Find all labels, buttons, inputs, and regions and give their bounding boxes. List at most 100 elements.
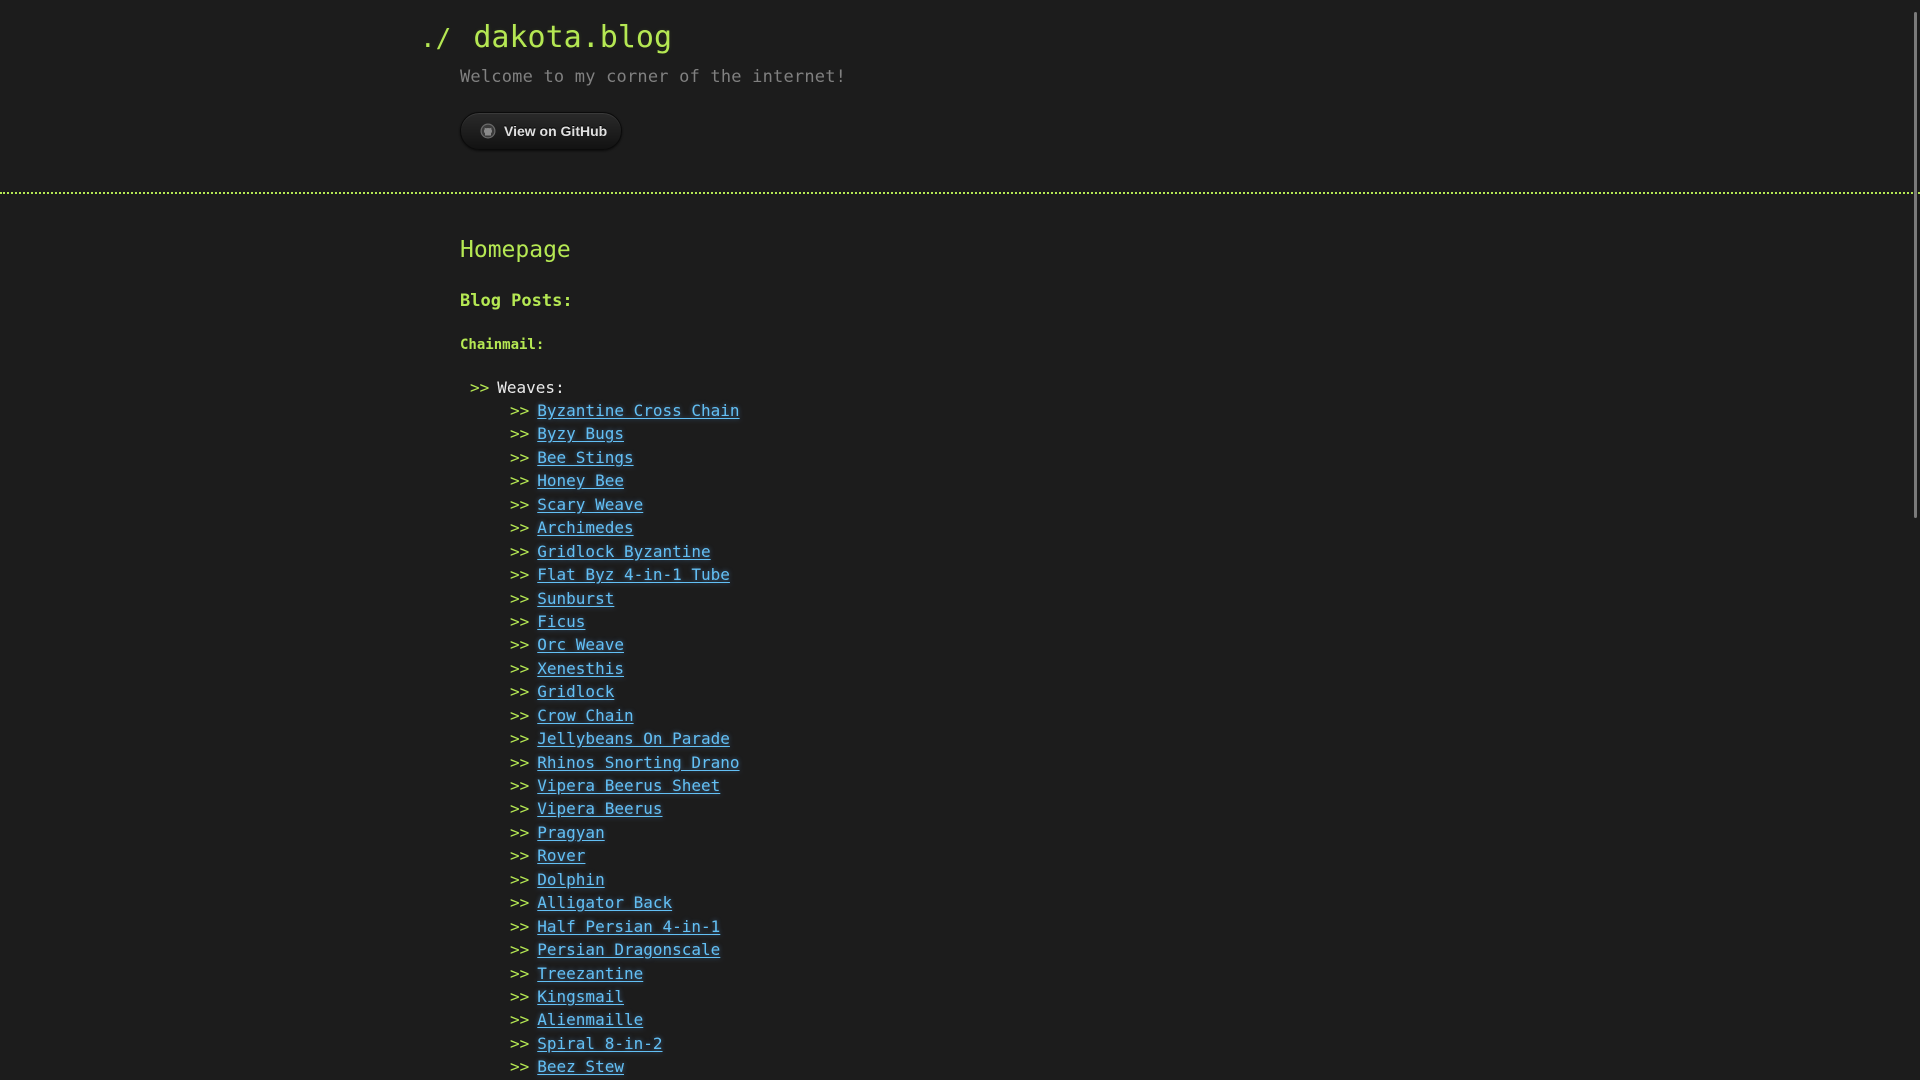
post-link[interactable]: Vipera Beerus [537,799,662,818]
post-link[interactable]: Crow Chain [537,706,633,725]
arrow-marker: >> [510,1033,530,1053]
post-list-item: >> Half Persian 4-in-1 [510,916,740,939]
post-link[interactable]: Alligator Back [537,893,672,912]
post-link[interactable]: Half Persian 4-in-1 [537,917,720,936]
post-list-item: >> Kingsmail [510,986,740,1009]
post-link[interactable]: Treezantine [537,964,643,983]
site-tagline: Welcome to my corner of the internet! [460,67,847,87]
post-list-item: >> Rhinos Snorting Drano [510,752,740,775]
post-link[interactable]: Scary Weave [537,495,643,514]
chainmail-heading: Chainmail: [460,337,545,353]
arrow-marker: >> [510,705,530,725]
post-link[interactable]: Spiral 8-in-2 [537,1034,662,1053]
post-list-item: >> Beez Stew [510,1056,740,1079]
post-list-item: >> Jellybeans On Parade [510,728,740,751]
post-link[interactable]: Rhinos Snorting Drano [537,753,739,772]
post-link[interactable]: Byzantine Cross Chain [537,401,739,420]
post-list-item: >> Xenesthis [510,658,740,681]
arrow-marker: >> [510,963,530,983]
arrow-marker: >> [510,776,530,795]
arrow-marker: >> [510,471,530,491]
arrow-marker: >> [510,541,530,561]
post-list-item: >> Pragyan [510,822,740,845]
arrow-marker: >> [510,424,530,444]
post-list-item: >> Treezantine [510,963,740,986]
post-link[interactable]: Orc Weave [537,635,624,654]
arrow-marker: >> [510,447,530,467]
arrow-marker: >> [510,752,530,772]
arrow-marker: >> [510,822,530,842]
site-title[interactable]: ./ dakota.blog [420,20,672,57]
weaves-label: Weaves: [497,378,565,397]
post-list-item: >> Spiral 8-in-2 [510,1033,740,1056]
post-link[interactable]: Persian Dragonscale [537,940,720,959]
view-on-github-label: View on GitHub [504,123,608,139]
arrow-marker: >> [510,1057,530,1077]
post-list-item: >> Vipera Beerus [510,798,740,821]
post-list-item: >> Alligator Back [510,892,740,915]
github-icon [480,123,496,139]
post-list-item: >> Honey Bee [510,470,740,493]
arrow-marker: >> [510,565,530,585]
post-list-item: >> Alienmaille [510,1009,740,1032]
post-link[interactable]: Rover [537,846,585,865]
post-list-item: >> Vipera Beerus Sheet [510,775,740,798]
post-list-item: >> Crow Chain [510,705,740,728]
weaves-group: >> Weaves: [470,377,565,399]
post-link[interactable]: Kingsmail [537,987,624,1006]
post-link[interactable]: Flat Byz 4-in-1 Tube [537,565,730,584]
post-link[interactable]: Gridlock [537,682,614,701]
arrow-marker: >> [510,658,530,678]
arrow-marker: >> [510,635,530,655]
post-link[interactable]: Dolphin [537,870,604,889]
arrow-marker: >> [510,588,530,608]
post-list-item: >> Byzy Bugs [510,423,740,446]
post-link[interactable]: Bee Stings [537,448,633,467]
arrow-marker: >> [510,729,530,749]
arrow-marker: >> [510,611,530,631]
site-title-text: dakota.blog [473,20,673,55]
post-link[interactable]: Honey Bee [537,471,624,490]
post-list-item: >> Gridlock [510,681,740,704]
arrow-marker: >> [470,378,490,397]
arrow-marker: >> [510,401,530,420]
post-list-item: >> Orc Weave [510,634,740,657]
arrow-marker: >> [510,799,530,819]
post-list-item: >> Byzantine Cross Chain [510,400,740,423]
post-link[interactable]: Archimedes [537,518,633,537]
arrow-marker: >> [510,986,530,1006]
site-header: ./ dakota.blog Welcome to my corner of t… [0,0,1920,194]
post-link[interactable]: Vipera Beerus Sheet [537,776,720,795]
arrow-marker: >> [510,893,530,913]
post-link[interactable]: Gridlock Byzantine [537,542,710,561]
arrow-marker: >> [510,846,530,866]
arrow-marker: >> [510,494,530,514]
post-link[interactable]: Ficus [537,612,585,631]
post-list-item: >> Flat Byz 4-in-1 Tube [510,564,740,587]
post-list-item: >> Dolphin [510,869,740,892]
page-heading: Homepage [460,237,571,263]
post-link[interactable]: Xenesthis [537,659,624,678]
scrollbar-thumb[interactable] [1914,12,1917,518]
arrow-marker: >> [510,1010,530,1030]
prompt-symbol: ./ [420,24,452,54]
post-link[interactable]: Alienmaille [537,1010,643,1029]
post-link[interactable]: Beez Stew [537,1057,624,1076]
arrow-marker: >> [510,682,530,702]
post-list-item: >> Scary Weave [510,494,740,517]
arrow-marker: >> [510,518,530,538]
arrow-marker: >> [510,940,530,960]
arrow-marker: >> [510,916,530,936]
post-list: >> Byzantine Cross Chain >> Byzy Bugs >> Bee … [510,400,740,1080]
post-list-item: >> Bee Stings [510,447,740,470]
blog-posts-heading: Blog Posts: [460,291,573,311]
post-link[interactable]: Sunburst [537,589,614,608]
view-on-github-button[interactable]: View on GitHub [460,112,622,150]
post-list-item: >> Persian Dragonscale [510,939,740,962]
post-link[interactable]: Jellybeans On Parade [537,729,730,748]
post-link[interactable]: Pragyan [537,823,604,842]
post-list-item: >> Gridlock Byzantine [510,541,740,564]
post-link[interactable]: Byzy Bugs [537,424,624,443]
arrow-marker: >> [510,869,530,889]
post-list-item: >> Rover [510,845,740,868]
